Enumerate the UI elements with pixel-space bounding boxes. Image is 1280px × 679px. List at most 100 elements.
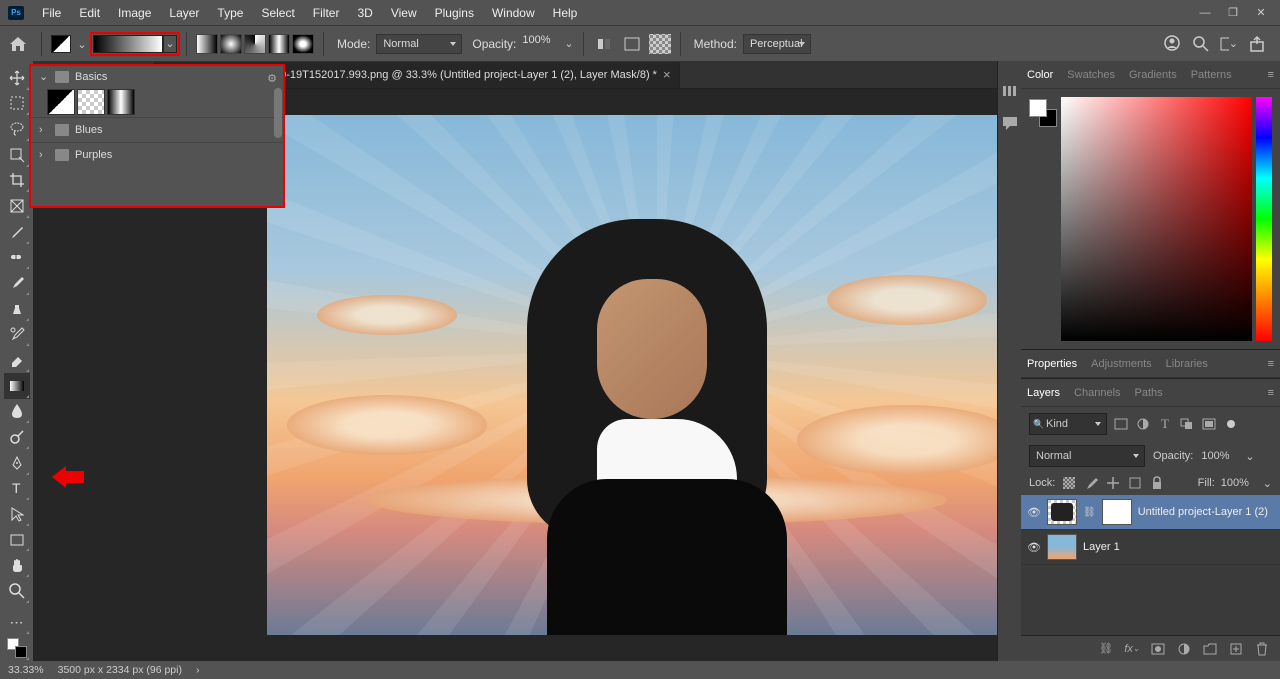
path-select-tool-icon[interactable] xyxy=(4,501,30,527)
layer-thumbnail[interactable] xyxy=(1047,499,1077,525)
workspace-switcher-icon[interactable]: ⌄ xyxy=(1220,35,1238,53)
transparency-icon[interactable] xyxy=(649,34,671,54)
gradient-reflected-icon[interactable] xyxy=(268,34,290,54)
marquee-tool-icon[interactable] xyxy=(4,91,30,117)
lock-all-icon[interactable] xyxy=(1149,475,1165,491)
window-restore-icon[interactable]: ❐ xyxy=(1226,6,1240,20)
panel-menu-icon[interactable]: ≡ xyxy=(1268,358,1274,370)
layer-link-icon[interactable]: ⛓ xyxy=(1098,641,1114,657)
eraser-tool-icon[interactable] xyxy=(4,347,30,373)
filter-shape-icon[interactable] xyxy=(1179,416,1195,432)
reverse-gradient-icon[interactable] xyxy=(593,34,615,54)
tab-paths[interactable]: Paths xyxy=(1135,387,1163,399)
visibility-toggle-icon[interactable]: 👁 xyxy=(1027,506,1041,519)
gradient-folder-purples[interactable]: › Purples xyxy=(31,142,283,167)
tab-properties[interactable]: Properties xyxy=(1027,358,1077,370)
filter-smart-icon[interactable] xyxy=(1201,416,1217,432)
type-tool-icon[interactable]: T xyxy=(4,476,30,502)
edit-toolbar-icon[interactable]: ⋯ xyxy=(4,610,30,636)
tab-swatches[interactable]: Swatches xyxy=(1067,69,1115,81)
gradient-folder-blues[interactable]: › Blues xyxy=(31,117,283,142)
layer-opacity-input[interactable]: 100% xyxy=(1201,450,1237,462)
lock-image-icon[interactable] xyxy=(1083,475,1099,491)
eyedropper-tool-icon[interactable] xyxy=(4,219,30,245)
gradient-swatch-dropdown-icon[interactable]: ⌄ xyxy=(77,38,87,51)
panel-menu-icon[interactable]: ≡ xyxy=(1268,69,1274,81)
cloud-user-icon[interactable] xyxy=(1164,35,1182,53)
blur-tool-icon[interactable] xyxy=(4,399,30,425)
brush-tool-icon[interactable] xyxy=(4,270,30,296)
layer-adjustment-icon[interactable] xyxy=(1176,641,1192,657)
window-minimize-icon[interactable]: — xyxy=(1198,6,1212,20)
dodge-tool-icon[interactable] xyxy=(4,424,30,450)
layer-row-1[interactable]: 👁 ⛓ Untitled project-Layer 1 (2) xyxy=(1021,495,1280,530)
scrollbar[interactable] xyxy=(274,88,282,138)
dock-panel-icon-1[interactable] xyxy=(1000,81,1020,101)
history-brush-tool-icon[interactable] xyxy=(4,322,30,348)
pen-tool-icon[interactable] xyxy=(4,450,30,476)
hue-slider[interactable] xyxy=(1256,97,1272,341)
search-icon[interactable] xyxy=(1192,35,1210,53)
gradient-diamond-icon[interactable] xyxy=(292,34,314,54)
color-picker-field[interactable] xyxy=(1061,97,1252,341)
share-icon[interactable] xyxy=(1248,35,1266,53)
visibility-toggle-icon[interactable]: 👁 xyxy=(1027,541,1041,554)
dither-icon[interactable] xyxy=(621,34,643,54)
gradient-tool-icon[interactable] xyxy=(4,373,30,399)
tab-gradients[interactable]: Gradients xyxy=(1129,69,1177,81)
clone-stamp-tool-icon[interactable] xyxy=(4,296,30,322)
foreground-color-swatch[interactable] xyxy=(1029,99,1047,117)
tab-adjustments[interactable]: Adjustments xyxy=(1091,358,1152,370)
layer-group-icon[interactable] xyxy=(1202,641,1218,657)
gradient-linear-icon[interactable] xyxy=(196,34,218,54)
menu-3d[interactable]: 3D xyxy=(349,3,380,23)
layer-new-icon[interactable] xyxy=(1228,641,1244,657)
lock-artboard-icon[interactable] xyxy=(1127,475,1143,491)
gradient-picker-dropdown-icon[interactable]: ⌄ xyxy=(163,35,177,53)
gradient-preset-fg-to-bg[interactable] xyxy=(47,89,75,115)
move-tool-icon[interactable] xyxy=(4,65,30,91)
menu-type[interactable]: Type xyxy=(209,3,251,23)
menu-plugins[interactable]: Plugins xyxy=(427,3,482,23)
menu-window[interactable]: Window xyxy=(484,3,543,23)
opacity-input[interactable]: 100% xyxy=(522,34,558,54)
hand-tool-icon[interactable] xyxy=(4,552,30,578)
frame-tool-icon[interactable] xyxy=(4,193,30,219)
gradient-preset-fg-to-transparent[interactable] xyxy=(77,89,105,115)
filter-toggle-icon[interactable] xyxy=(1227,420,1235,428)
filter-type-icon[interactable]: T xyxy=(1157,416,1173,432)
menu-edit[interactable]: Edit xyxy=(71,3,108,23)
dock-comment-icon[interactable] xyxy=(1000,113,1020,133)
magic-wand-tool-icon[interactable] xyxy=(4,142,30,168)
menu-help[interactable]: Help xyxy=(545,3,586,23)
menu-filter[interactable]: Filter xyxy=(305,3,348,23)
tab-channels[interactable]: Channels xyxy=(1074,387,1120,399)
layer-fx-icon[interactable]: fx⌄ xyxy=(1124,641,1140,657)
canvas[interactable] xyxy=(267,115,1047,635)
mode-select[interactable]: Normal xyxy=(376,34,462,54)
lasso-tool-icon[interactable] xyxy=(4,116,30,142)
fill-input[interactable]: 100% xyxy=(1221,477,1257,489)
tab-2-close-icon[interactable]: × xyxy=(663,67,671,82)
lock-transparency-icon[interactable] xyxy=(1061,475,1077,491)
layer-row-2[interactable]: 👁 Layer 1 xyxy=(1021,530,1280,565)
layer-name[interactable]: Untitled project-Layer 1 (2) xyxy=(1138,506,1268,518)
opacity-dropdown-icon[interactable]: ⌄ xyxy=(564,37,573,50)
status-zoom[interactable]: 33.33% xyxy=(8,664,44,676)
layer-name[interactable]: Layer 1 xyxy=(1083,541,1120,553)
filter-kind-select[interactable]: Kind xyxy=(1029,413,1107,435)
panel-menu-icon[interactable]: ≡ xyxy=(1268,387,1274,399)
filter-adjustment-icon[interactable] xyxy=(1135,416,1151,432)
menu-select[interactable]: Select xyxy=(253,3,302,23)
crop-tool-icon[interactable] xyxy=(4,168,30,194)
layer-thumbnail[interactable] xyxy=(1047,534,1077,560)
layer-mask-link-icon[interactable]: ⛓ xyxy=(1083,507,1096,518)
gradient-preset-black-white[interactable] xyxy=(107,89,135,115)
menu-view[interactable]: View xyxy=(383,3,425,23)
zoom-tool-icon[interactable] xyxy=(4,578,30,604)
tab-color[interactable]: Color xyxy=(1027,69,1053,81)
filter-pixel-icon[interactable] xyxy=(1113,416,1129,432)
menu-image[interactable]: Image xyxy=(110,3,159,23)
status-dropdown-icon[interactable]: › xyxy=(196,664,204,676)
gradient-preview[interactable] xyxy=(93,35,163,53)
